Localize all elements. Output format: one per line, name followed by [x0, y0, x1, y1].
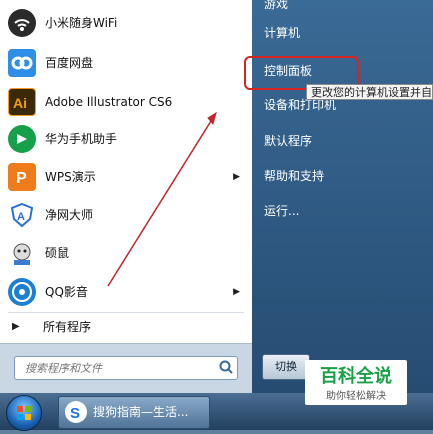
taskbar-button-label: 搜狗指南—生活... [93, 405, 189, 419]
start-button[interactable] [6, 395, 42, 431]
taskbar-button-sogou[interactable]: S 搜狗指南—生活... [58, 396, 210, 429]
svg-text:S: S [70, 405, 80, 422]
watermark-subtitle: 助你轻松解决 [326, 391, 386, 402]
sogou-browser-icon: S [65, 401, 87, 423]
watermark: 百科全说 助你轻松解决 [305, 360, 407, 405]
watermark-title: 百科全说 [320, 366, 392, 387]
windows-logo-icon [17, 406, 31, 420]
